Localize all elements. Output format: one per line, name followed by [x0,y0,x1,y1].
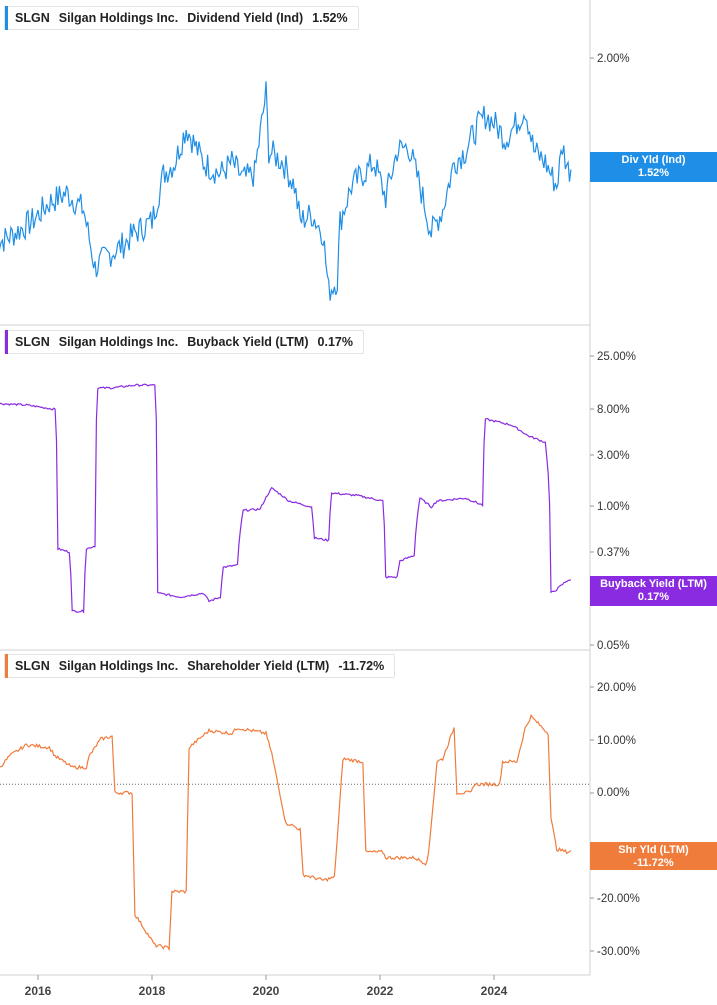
tag-value: 1.52% [637,167,670,179]
y-tick-label: 8.00% [597,404,630,416]
x-tick-label: 2018 [138,984,166,998]
x-tick-label: 2024 [480,984,508,998]
y-tick-label: -30.00% [597,946,640,958]
y-tick-label: 0.00% [597,787,630,799]
tag-label: Shr Yld (LTM) [618,844,689,856]
y-tick-label: 2.00% [597,53,630,65]
legend-value: -11.72% [338,659,385,673]
x-tick-label: 2016 [24,984,52,998]
legend-value: 1.52% [312,11,348,25]
series-line-shareholder-yield [0,713,572,952]
x-tick-label: 2020 [252,984,280,998]
y-tick-label: 0.37% [597,547,630,559]
legend-shareholder-yield[interactable]: SLGN Silgan Holdings Inc. Shareholder Yi… [4,654,396,678]
y-tick-label: 3.00% [597,450,630,462]
series-line-dividend-yield [0,81,572,301]
legend-dividend-yield[interactable]: SLGN Silgan Holdings Inc. Dividend Yield… [4,6,359,30]
legend-metric: Buyback Yield (LTM) [187,335,309,349]
tag-label: Div Yld (Ind) [621,154,686,166]
legend-ticker: SLGN [15,335,50,349]
y-tick-label: -20.00% [597,893,640,905]
y-tick-label: 20.00% [597,682,637,694]
legend-color-swatch [5,330,8,354]
legend-ticker: SLGN [15,659,50,673]
legend-ticker: SLGN [15,11,50,25]
y-tick-label: 25.00% [597,351,637,363]
current-value-tag-shareholder: Shr Yld (LTM) -11.72% [590,842,717,870]
current-value-tag-buyback: Buyback Yield (LTM) 0.17% [590,576,717,606]
legend-company: Silgan Holdings Inc. [58,659,179,673]
legend-value: 0.17% [317,335,353,349]
current-value-tag-dividend: Div Yld (Ind) 1.52% [590,152,717,182]
y-tick-label: 10.00% [597,735,637,747]
legend-company: Silgan Holdings Inc. [58,11,179,25]
legend-company: Silgan Holdings Inc. [58,335,179,349]
legend-metric: Shareholder Yield (LTM) [187,659,330,673]
y-tick-label: 0.05% [597,640,630,652]
tag-value: 0.17% [637,591,670,603]
legend-color-swatch [5,654,8,678]
x-tick-label: 2022 [366,984,394,998]
legend-buyback-yield[interactable]: SLGN Silgan Holdings Inc. Buyback Yield … [4,330,364,354]
legend-metric: Dividend Yield (Ind) [187,11,304,25]
tag-value: -11.72% [633,857,674,869]
legend-color-swatch [5,6,8,30]
y-tick-label: 1.00% [597,501,630,513]
chart-series [0,81,572,952]
series-line-buyback-yield [0,383,571,614]
tag-label: Buyback Yield (LTM) [600,578,707,590]
